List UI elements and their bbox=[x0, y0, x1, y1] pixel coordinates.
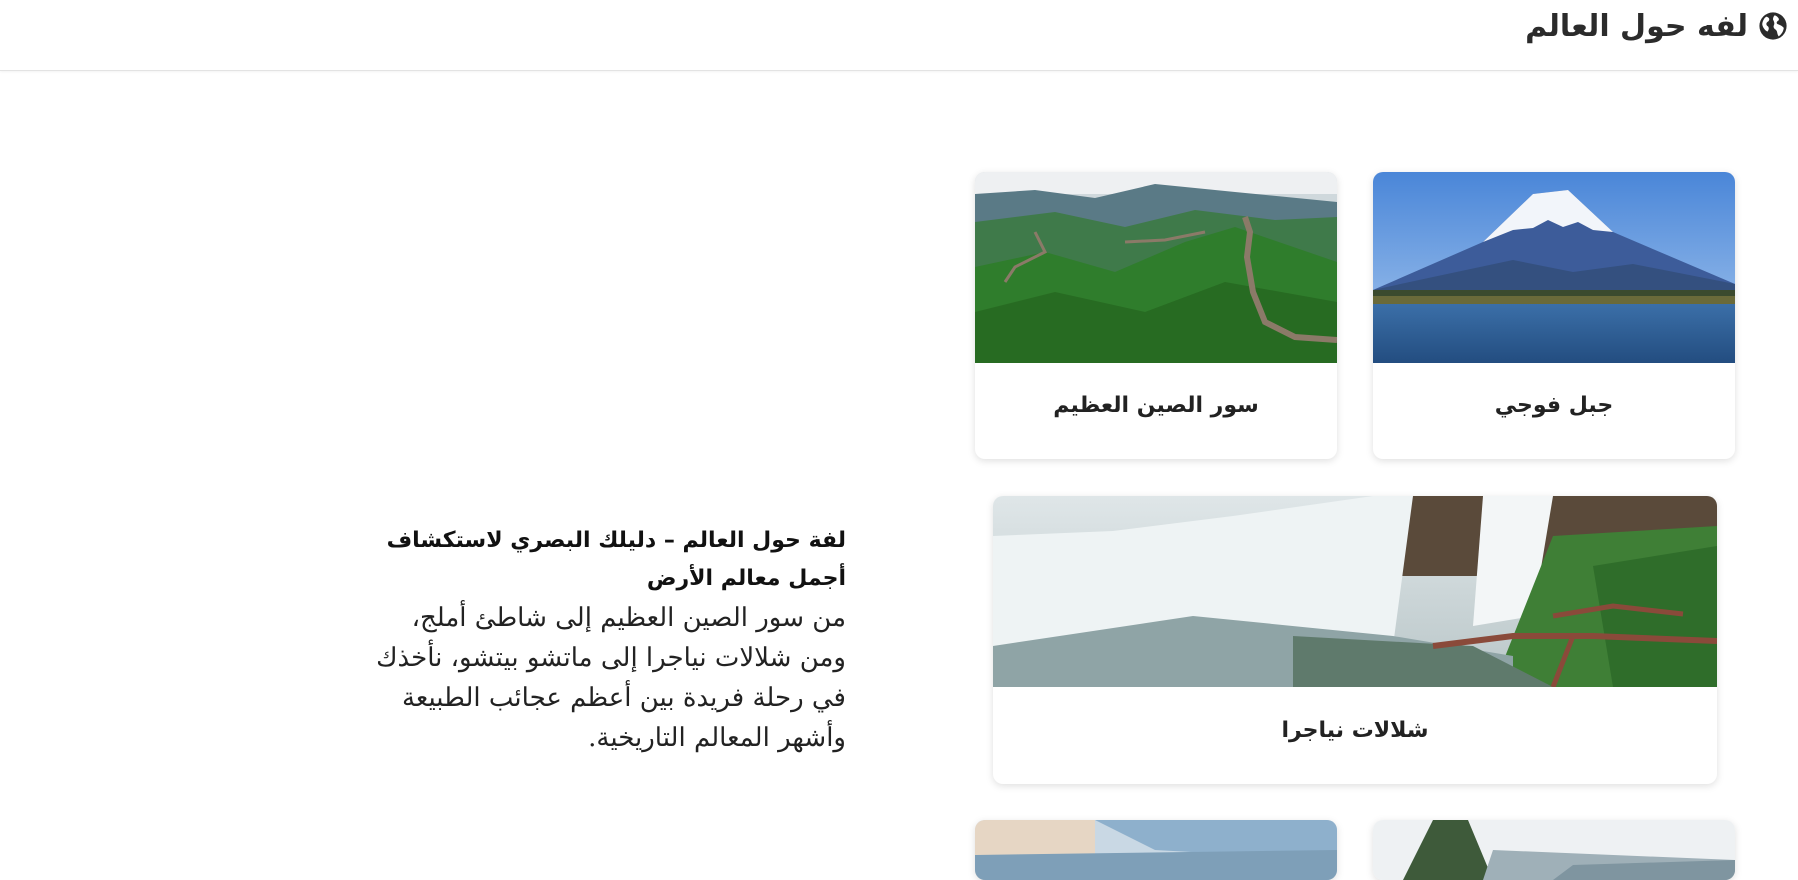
globe-icon bbox=[1759, 12, 1787, 40]
site-title: لفه حول العالم bbox=[1525, 8, 1748, 44]
brand-link[interactable]: لفه حول العالم bbox=[1525, 6, 1788, 46]
intro-section: لفة حول العالم – دليلك البصري لاستكشاف أ… bbox=[372, 522, 846, 758]
top-navbar: لفه حول العالم bbox=[0, 0, 1798, 71]
card-great-wall[interactable]: سور الصين العظيم bbox=[975, 172, 1337, 459]
intro-heading: لفة حول العالم – دليلك البصري لاستكشاف أ… bbox=[386, 528, 846, 591]
card-partial-right[interactable] bbox=[1373, 820, 1735, 880]
mount-fuji-photo bbox=[1373, 172, 1735, 363]
coastal-sky-photo bbox=[975, 820, 1337, 880]
great-wall-photo bbox=[975, 172, 1337, 363]
card-label: جبل فوجي bbox=[1494, 393, 1614, 418]
card-niagara-falls[interactable]: شلالات نياجرا bbox=[993, 496, 1717, 784]
card-label: سور الصين العظيم bbox=[1053, 393, 1259, 418]
card-label: شلالات نياجرا bbox=[1281, 718, 1429, 743]
card-mount-fuji[interactable]: جبل فوجي bbox=[1373, 172, 1735, 459]
card-partial-left[interactable] bbox=[975, 820, 1337, 880]
mountain-peak-photo bbox=[1373, 820, 1735, 880]
niagara-falls-photo bbox=[993, 496, 1717, 687]
intro-body: من سور الصين العظيم إلى شاطئ أملج، ومن ش… bbox=[376, 603, 846, 753]
